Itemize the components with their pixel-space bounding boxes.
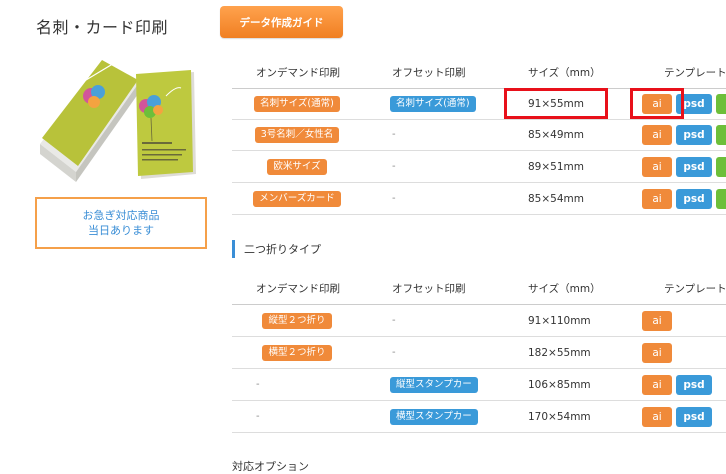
ai-template-button[interactable]: ai	[642, 342, 672, 363]
business-card-product-image	[40, 55, 196, 182]
data-guide-button[interactable]: データ作成ガイド	[220, 6, 343, 38]
header-size: サイズ（mm）	[528, 67, 601, 79]
table-row: メンバーズカード - 85×54mm ai psd	[232, 183, 726, 215]
table-row: - 横型スタンプカー 170×54mm ai psd	[232, 401, 726, 433]
size-highlight-box	[504, 88, 608, 119]
size-cell: 89×51mm	[528, 160, 584, 173]
header-template: テンプレート	[664, 283, 726, 295]
ondemand-badge[interactable]: 横型２つ折り	[262, 344, 332, 361]
ai-template-button[interactable]: ai	[642, 374, 672, 395]
header-offset: オフセット印刷	[392, 283, 466, 295]
section-title-bifold: 二つ折りタイプ	[232, 240, 321, 258]
size-cell: 91×110mm	[528, 314, 591, 327]
options-title: 対応オプション	[232, 460, 309, 473]
extra-template-button[interactable]	[716, 93, 726, 114]
header-offset: オフセット印刷	[392, 67, 466, 79]
psd-template-button[interactable]: psd	[676, 156, 712, 177]
ondemand-badge[interactable]: 欧米サイズ	[267, 158, 327, 175]
psd-template-button[interactable]: psd	[676, 406, 712, 427]
ai-template-button[interactable]: ai	[642, 310, 672, 331]
size-cell: 85×54mm	[528, 192, 584, 205]
size-cell: 170×54mm	[528, 410, 591, 423]
same-day-notice: お急ぎ対応商品 当日あります	[35, 197, 207, 249]
ai-template-button[interactable]: ai	[642, 188, 672, 209]
ondemand-badge[interactable]: 縦型２つ折り	[262, 312, 332, 329]
header-ondemand: オンデマンド印刷	[256, 283, 340, 295]
size-cell: 106×85mm	[528, 378, 591, 391]
ondemand-badge[interactable]: メンバーズカード	[253, 190, 341, 207]
extra-template-button[interactable]	[716, 156, 726, 177]
ondemand-cell: -	[256, 379, 260, 390]
notice-line-1: お急ぎ対応商品	[82, 209, 160, 222]
size-cell: 85×49mm	[528, 128, 584, 141]
ondemand-badge[interactable]: 名刺サイズ(通常)	[254, 95, 340, 112]
table-row: 3号名刺／女性名 - 85×49mm ai psd	[232, 119, 726, 151]
extra-template-button[interactable]	[716, 188, 726, 209]
extra-template-button[interactable]	[716, 124, 726, 145]
table-row: 横型２つ折り - 182×55mm ai	[232, 337, 726, 369]
notice-line-2: 当日あります	[88, 224, 154, 237]
psd-template-button[interactable]: psd	[676, 124, 712, 145]
offset-cell: -	[392, 347, 396, 358]
page-title: 名刺・カード印刷	[36, 18, 169, 37]
offset-badge[interactable]: 縦型スタンプカー	[390, 376, 478, 393]
ondemand-badge[interactable]: 3号名刺／女性名	[254, 126, 340, 143]
psd-template-button[interactable]: psd	[676, 374, 712, 395]
header-size: サイズ（mm）	[528, 283, 601, 295]
psd-template-button[interactable]: psd	[676, 188, 712, 209]
ai-template-button[interactable]: ai	[642, 406, 672, 427]
size-cell: 182×55mm	[528, 346, 591, 359]
table-header: オンデマンド印刷 オフセット印刷 サイズ（mm） テンプレート	[232, 57, 726, 89]
header-ondemand: オンデマンド印刷	[256, 67, 340, 79]
table-row: 縦型２つ折り - 91×110mm ai	[232, 305, 726, 337]
table-header: オンデマンド印刷 オフセット印刷 サイズ（mm） テンプレート	[232, 273, 726, 305]
ai-highlight-box	[630, 88, 684, 119]
ai-template-button[interactable]: ai	[642, 156, 672, 177]
offset-cell: -	[392, 129, 396, 140]
offset-cell: -	[392, 315, 396, 326]
ondemand-cell: -	[256, 411, 260, 422]
table-row: 欧米サイズ - 89×51mm ai psd	[232, 151, 726, 183]
offset-cell: -	[392, 193, 396, 204]
offset-badge[interactable]: 横型スタンプカー	[390, 408, 478, 425]
offset-badge[interactable]: 名刺サイズ(通常)	[390, 95, 476, 112]
ai-template-button[interactable]: ai	[642, 124, 672, 145]
header-template: テンプレート	[664, 67, 726, 79]
table-row: - 縦型スタンプカー 106×85mm ai psd	[232, 369, 726, 401]
offset-cell: -	[392, 161, 396, 172]
